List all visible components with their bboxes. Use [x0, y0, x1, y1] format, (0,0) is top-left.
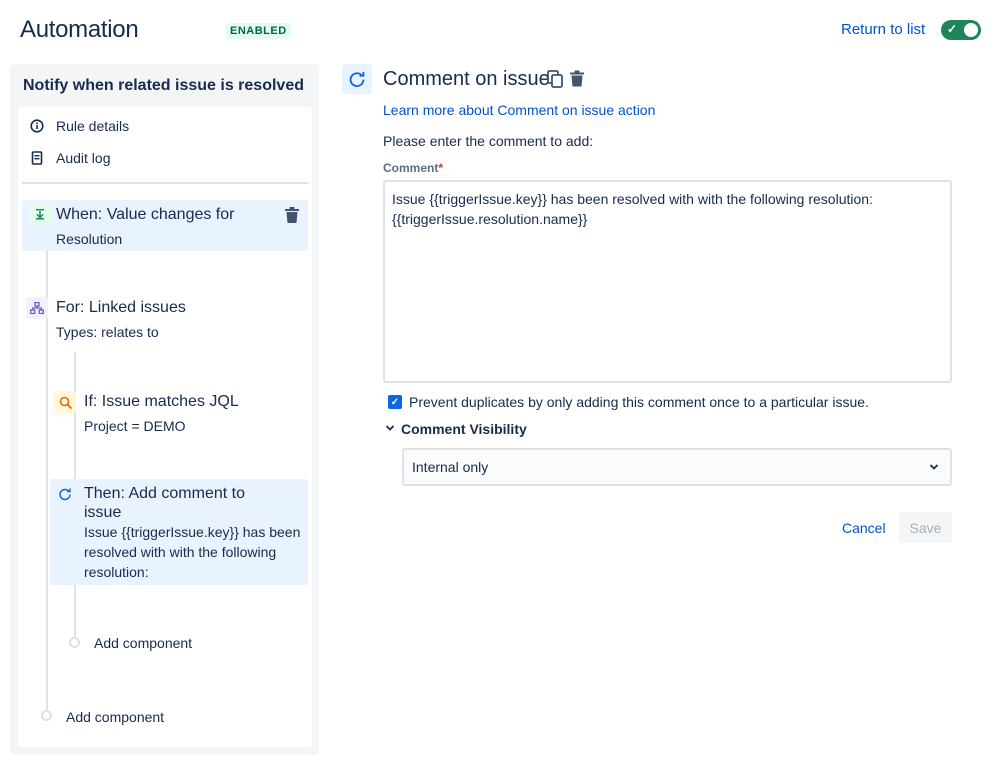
rule-details-item[interactable]: Rule details	[30, 118, 129, 134]
condition-title: If: Issue matches JQL	[84, 393, 239, 410]
trash-icon[interactable]	[284, 207, 300, 229]
audit-log-label: Audit log	[56, 150, 111, 166]
page-title: Automation	[20, 16, 139, 43]
return-to-list-link[interactable]: Return to list	[841, 21, 925, 38]
action-subtitle: Issue {{triggerIssue.key}} has been reso…	[84, 524, 301, 580]
comment-textarea[interactable]: Issue {{triggerIssue.key}} has been reso…	[383, 180, 952, 383]
comment-action-icon	[54, 483, 76, 505]
chevron-down-icon[interactable]	[385, 423, 395, 436]
chevron-down-icon	[928, 460, 940, 478]
add-component-outer[interactable]: Add component	[66, 709, 164, 725]
branch-icon	[26, 297, 48, 319]
status-badge: ENABLED	[226, 23, 291, 39]
rule-title: Notify when related issue is resolved	[23, 77, 304, 94]
comment-prompt: Please enter the comment to add:	[383, 133, 594, 149]
trigger-icon	[29, 203, 51, 225]
condition-component[interactable]: If: Issue matches JQL Project = DEMO	[50, 387, 308, 439]
condition-subtitle: Project = DEMO	[84, 418, 186, 434]
action-component[interactable]: Then: Add comment to issue Issue {{trigg…	[50, 479, 308, 585]
trash-icon[interactable]	[569, 70, 585, 93]
trigger-title: When: Value changes for	[56, 206, 235, 223]
branch-title: For: Linked issues	[56, 299, 186, 316]
action-title: Then: Add comment to issue	[84, 485, 245, 521]
branch-subtitle: Types: relates to	[56, 324, 159, 340]
divider	[22, 182, 308, 184]
add-dot-outer	[41, 710, 52, 721]
visibility-select[interactable]: Internal only	[402, 448, 952, 486]
comment-field-label: Comment*	[383, 161, 443, 175]
rule-components-panel: Rule details Audit log When: Value chang…	[18, 107, 312, 747]
add-dot-inner	[69, 637, 80, 648]
audit-log-item[interactable]: Audit log	[30, 150, 110, 166]
rule-panel: Notify when related issue is resolved Ru…	[10, 64, 319, 755]
toggle-knob	[964, 23, 978, 37]
visibility-select-value: Internal only	[412, 459, 489, 475]
comment-action-icon	[342, 64, 372, 94]
rule-details-label: Rule details	[56, 118, 130, 134]
comment-visibility-label[interactable]: Comment Visibility	[401, 421, 527, 437]
branch-component[interactable]: For: Linked issues Types: relates to	[22, 293, 308, 345]
save-button[interactable]: Save	[899, 512, 952, 543]
prevent-duplicates-checkbox[interactable]: ✓	[388, 395, 402, 409]
prevent-duplicates-label: Prevent duplicates by only adding this c…	[409, 394, 869, 410]
trigger-subtitle: Resolution	[56, 231, 123, 247]
search-icon	[54, 391, 76, 413]
required-mark: *	[438, 161, 444, 175]
trigger-component[interactable]: When: Value changes for Resolution	[22, 200, 308, 251]
learn-more-link[interactable]: Learn more about Comment on issue action	[383, 102, 655, 118]
comment-label-text: Comment	[383, 161, 439, 175]
check-icon: ✓	[947, 22, 958, 36]
copy-icon[interactable]	[547, 70, 563, 93]
document-icon	[30, 151, 44, 165]
editor-title: Comment on issue	[383, 68, 550, 90]
cancel-button[interactable]: Cancel	[832, 512, 896, 544]
add-component-inner[interactable]: Add component	[94, 635, 192, 651]
info-icon	[30, 119, 44, 133]
rule-enabled-toggle[interactable]: ✓	[941, 20, 981, 40]
